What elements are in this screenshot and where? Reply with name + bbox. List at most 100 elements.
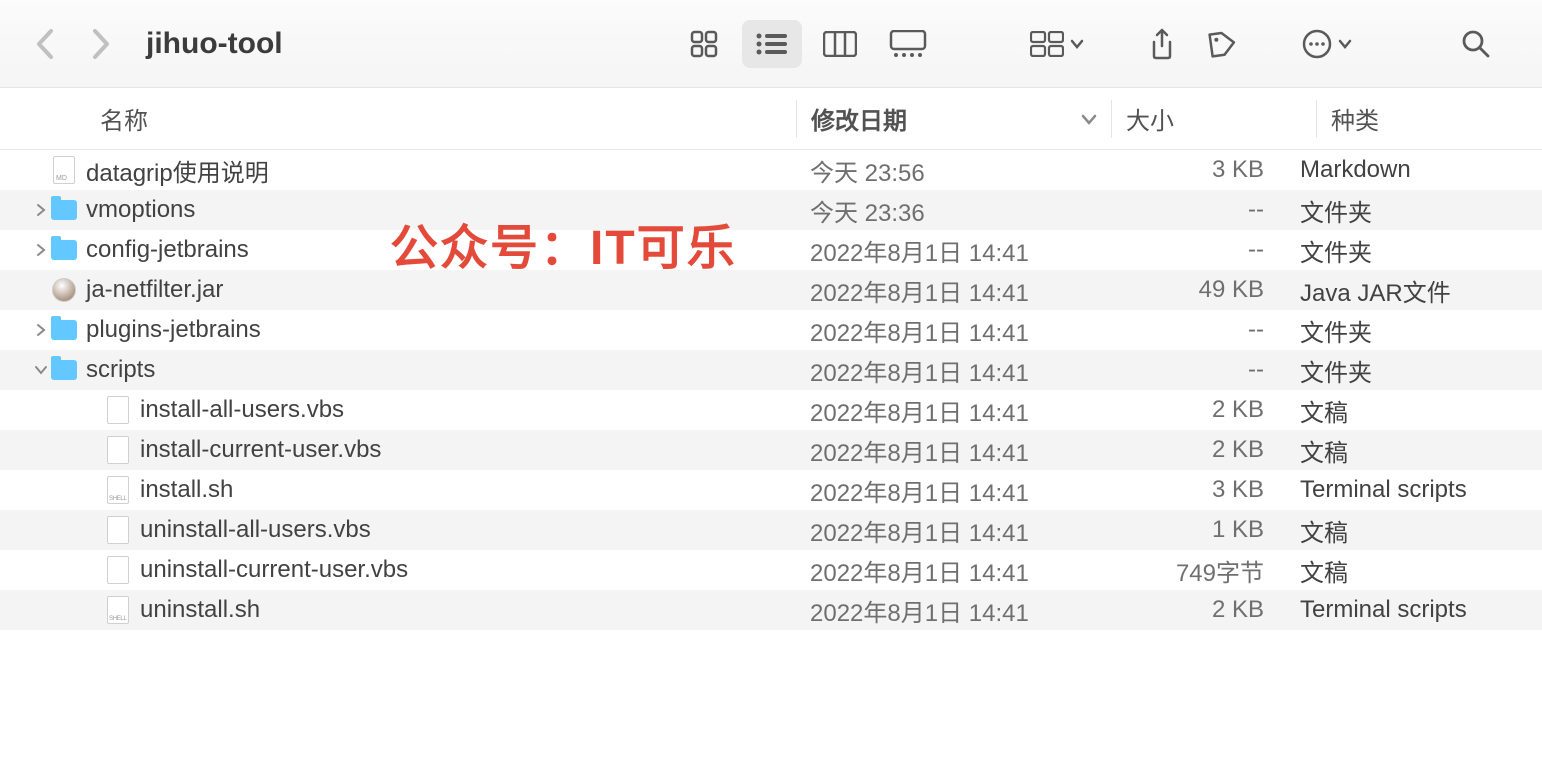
file-row[interactable]: uninstall-current-user.vbs2022年8月1日 14:4…: [0, 550, 1542, 590]
search-button[interactable]: [1446, 20, 1506, 68]
gallery-view-button[interactable]: [878, 20, 938, 68]
file-name: plugins-jetbrains: [86, 316, 261, 344]
file-kind: 文稿: [1286, 513, 1542, 548]
tags-button[interactable]: [1192, 20, 1252, 68]
column-header-size[interactable]: 大小: [1126, 101, 1316, 136]
disclosure-triangle[interactable]: [32, 323, 50, 337]
column-divider: [796, 100, 797, 138]
column-divider: [1111, 100, 1112, 138]
file-kind: Terminal scripts: [1286, 596, 1542, 624]
disclosure-triangle[interactable]: [32, 243, 50, 257]
share-button[interactable]: [1132, 20, 1192, 68]
file-date: 2022年8月1日 14:41: [796, 433, 1096, 468]
file-name: install-current-user.vbs: [140, 436, 381, 464]
nav-arrows: [36, 29, 110, 59]
file-date: 2022年8月1日 14:41: [796, 233, 1096, 268]
shell-file-icon: [107, 596, 129, 624]
file-date: 2022年8月1日 14:41: [796, 393, 1096, 428]
folder-icon: [51, 360, 77, 380]
folder-icon: [51, 320, 77, 340]
file-date: 2022年8月1日 14:41: [796, 353, 1096, 388]
file-name: datagrip使用说明: [86, 153, 269, 188]
file-size: 2 KB: [1096, 396, 1286, 424]
file-icon: [107, 436, 129, 464]
view-mode-group: [674, 20, 938, 68]
file-row[interactable]: plugins-jetbrains2022年8月1日 14:41--文件夹: [0, 310, 1542, 350]
file-kind: 文件夹: [1286, 313, 1542, 348]
file-size: 2 KB: [1096, 436, 1286, 464]
file-row[interactable]: config-jetbrains 2022年8月1日 14:41--文件夹: [0, 230, 1542, 270]
file-date: 2022年8月1日 14:41: [796, 513, 1096, 548]
column-divider: [1316, 100, 1317, 138]
file-kind: Terminal scripts: [1286, 476, 1542, 504]
file-icon: [107, 516, 129, 544]
file-kind: 文件夹: [1286, 233, 1542, 268]
group-by-button[interactable]: [1018, 20, 1096, 68]
sort-indicator-icon: [1081, 113, 1097, 125]
file-date: 今天 23:56: [796, 153, 1096, 188]
file-row[interactable]: vmoptions 今天 23:36--文件夹: [0, 190, 1542, 230]
file-row[interactable]: install-current-user.vbs 2022年8月1日 14:412…: [0, 430, 1542, 470]
file-size: 2 KB: [1096, 596, 1286, 624]
file-date: 今天 23:36: [796, 193, 1096, 228]
file-kind: 文件夹: [1286, 193, 1542, 228]
shell-file-icon: [107, 476, 129, 504]
column-headers: 名称 修改日期 大小 种类: [0, 88, 1542, 150]
markdown-file-icon: [53, 156, 75, 184]
more-actions-button[interactable]: [1288, 20, 1366, 68]
toolbar: jihuo-tool: [0, 0, 1542, 88]
file-size: --: [1096, 236, 1286, 264]
jar-icon: [52, 278, 76, 302]
file-kind: 文件夹: [1286, 353, 1542, 388]
file-date: 2022年8月1日 14:41: [796, 273, 1096, 308]
disclosure-triangle[interactable]: [32, 365, 50, 375]
file-name: install-all-users.vbs: [140, 396, 344, 424]
file-size: 1 KB: [1096, 516, 1286, 544]
file-name: install.sh: [140, 476, 233, 504]
column-header-date[interactable]: 修改日期: [811, 101, 1111, 136]
column-header-name[interactable]: 名称: [0, 101, 796, 136]
column-header-kind[interactable]: 种类: [1331, 101, 1542, 136]
icon-view-button[interactable]: [674, 20, 734, 68]
file-size: --: [1096, 356, 1286, 384]
file-row[interactable]: install-all-users.vbs 2022年8月1日 14:412 KB…: [0, 390, 1542, 430]
file-size: 3 KB: [1096, 476, 1286, 504]
file-name: config-jetbrains: [86, 236, 249, 264]
back-button[interactable]: [36, 29, 56, 59]
file-size: --: [1096, 196, 1286, 224]
file-kind: 文稿: [1286, 433, 1542, 468]
file-name: vmoptions: [86, 196, 195, 224]
file-list: datagrip使用说明今天 23:563 KBMarkdownvmoption…: [0, 150, 1542, 630]
list-view-button[interactable]: [742, 20, 802, 68]
file-row[interactable]: uninstall-all-users.vbs 2022年8月1日 14:411 …: [0, 510, 1542, 550]
folder-icon: [51, 200, 77, 220]
file-name: ja-netfilter.jar: [86, 276, 223, 304]
disclosure-triangle[interactable]: [32, 203, 50, 217]
file-row[interactable]: datagrip使用说明 今天 23:563 KBMarkdown: [0, 150, 1542, 190]
file-name: uninstall-current-user.vbs: [140, 556, 408, 584]
forward-button[interactable]: [90, 29, 110, 59]
file-kind: 文稿: [1286, 393, 1542, 428]
file-row[interactable]: ja-netfilter.jar2022年8月1日 14:4149 KBJava…: [0, 270, 1542, 310]
file-icon: [107, 556, 129, 584]
file-row[interactable]: install.sh2022年8月1日 14:413 KBTerminal sc…: [0, 470, 1542, 510]
column-header-date-label: 修改日期: [811, 101, 907, 136]
file-name: scripts: [86, 356, 155, 384]
file-kind: Java JAR文件: [1286, 273, 1542, 308]
file-size: --: [1096, 316, 1286, 344]
file-name: uninstall.sh: [140, 596, 260, 624]
column-view-button[interactable]: [810, 20, 870, 68]
file-name: uninstall-all-users.vbs: [140, 516, 371, 544]
file-size: 3 KB: [1096, 156, 1286, 184]
file-icon: [107, 396, 129, 424]
file-row[interactable]: uninstall.sh 2022年8月1日 14:412 KBTerminal …: [0, 590, 1542, 630]
file-date: 2022年8月1日 14:41: [796, 593, 1096, 628]
chevron-down-icon: [1070, 39, 1084, 49]
folder-icon: [51, 240, 77, 260]
window-title: jihuo-tool: [146, 27, 283, 61]
file-size: 749字节: [1096, 553, 1286, 588]
chevron-down-icon: [1338, 39, 1352, 49]
file-kind: Markdown: [1286, 156, 1542, 184]
file-row[interactable]: scripts 2022年8月1日 14:41--文件夹: [0, 350, 1542, 390]
file-kind: 文稿: [1286, 553, 1542, 588]
